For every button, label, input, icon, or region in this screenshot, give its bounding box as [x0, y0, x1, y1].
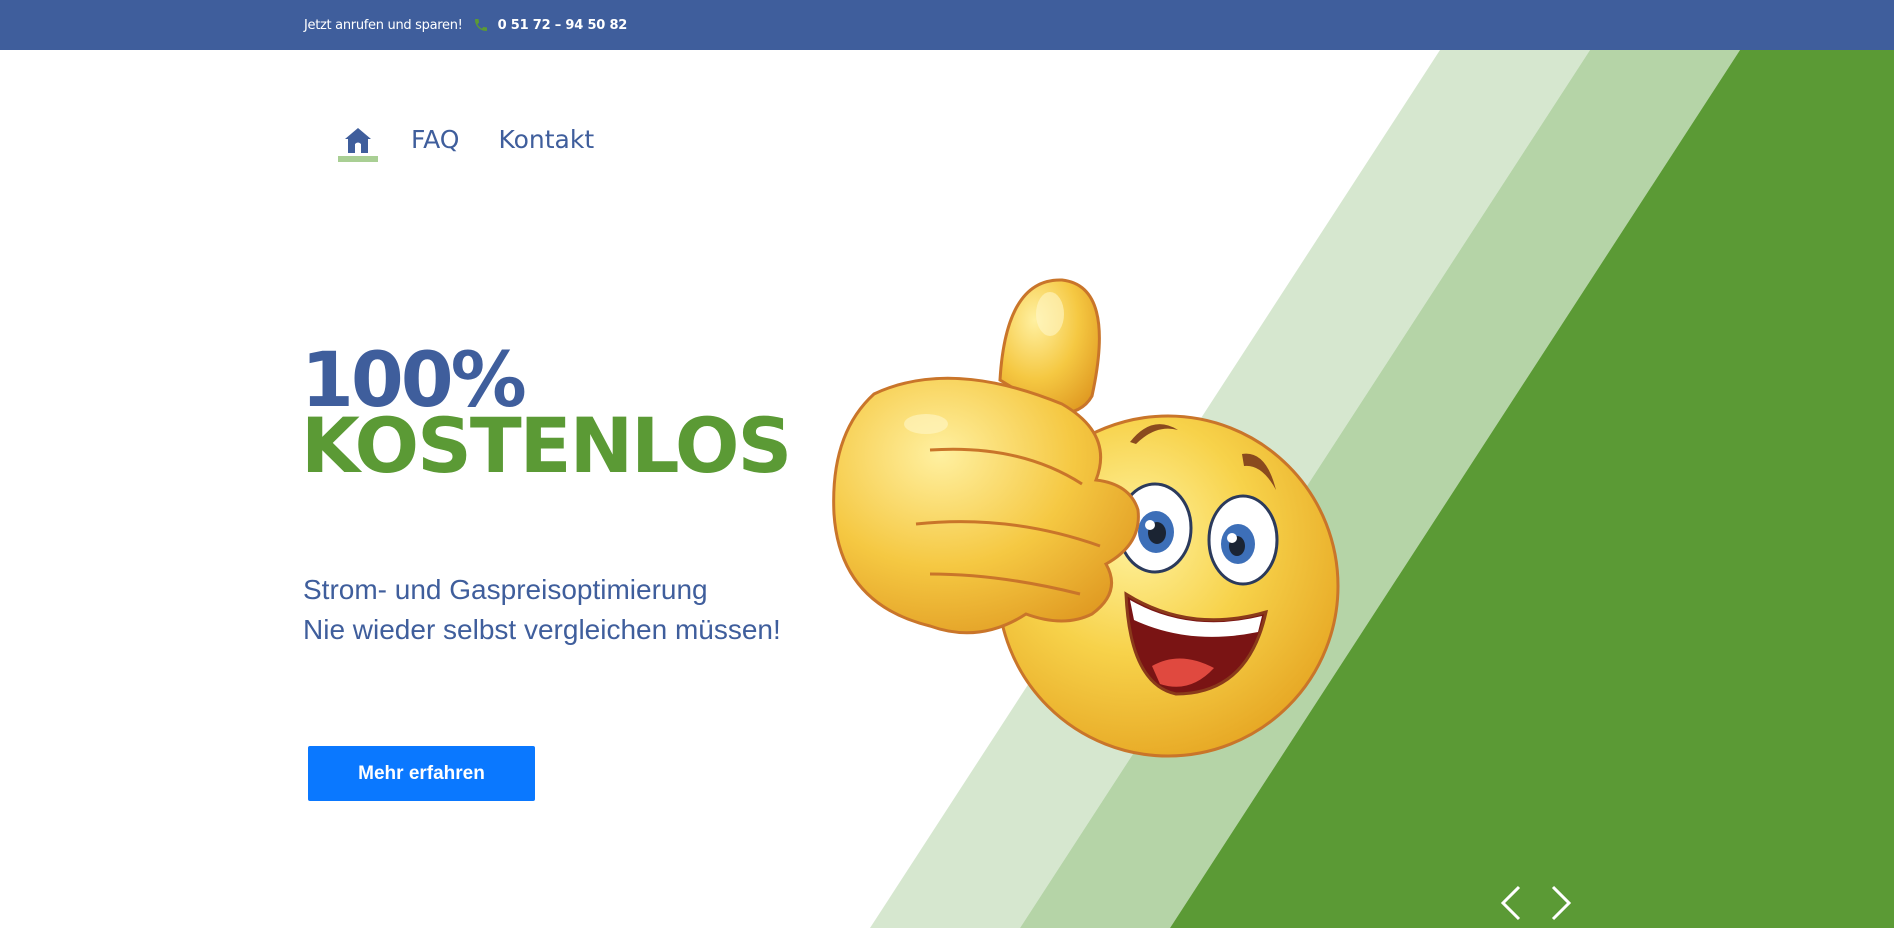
hero-subline-2: Nie wieder selbst vergleichen müssen! [303, 614, 781, 645]
hero-headline-kostenlos: KOSTENLOS [301, 401, 792, 490]
slider-prev-button[interactable] [1499, 884, 1525, 922]
page: Jetzt anrufen und sparen! 0 51 72 – 94 5… [0, 0, 1894, 928]
phone-icon [473, 17, 489, 33]
mehr-erfahren-button[interactable]: Mehr erfahren [308, 746, 535, 801]
phone-number[interactable]: 0 51 72 – 94 50 82 [498, 18, 628, 33]
hero-subline-1: Strom- und Gaspreisoptimierung [303, 574, 708, 605]
slider-next-button[interactable] [1547, 884, 1573, 922]
thumbs-up-smiley-emoji [832, 278, 1340, 758]
top-bar: Jetzt anrufen und sparen! 0 51 72 – 94 5… [0, 0, 1894, 50]
main-navigation: FAQ Kontakt [338, 120, 594, 164]
nav-home[interactable] [338, 120, 378, 164]
call-to-action-text: Jetzt anrufen und sparen! [304, 17, 463, 33]
top-bar-content: Jetzt anrufen und sparen! 0 51 72 – 94 5… [304, 0, 627, 50]
nav-item-kontakt[interactable]: Kontakt [498, 120, 594, 160]
active-indicator [338, 156, 378, 162]
chevron-right-icon [1551, 885, 1572, 921]
nav-item-faq[interactable]: FAQ [411, 120, 459, 160]
fist [832, 376, 1140, 635]
chevron-left-icon [1500, 885, 1521, 921]
home-icon [345, 128, 371, 153]
